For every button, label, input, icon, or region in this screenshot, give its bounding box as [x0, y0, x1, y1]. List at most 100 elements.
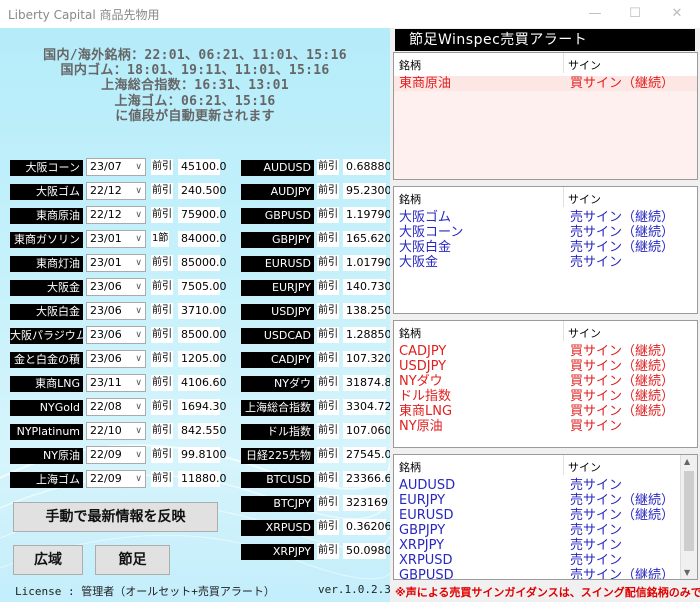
commodity-name: 東商ガソリン	[10, 232, 83, 248]
alert-instrument: NY原油	[399, 419, 443, 434]
price-value: 8500.00	[178, 327, 227, 343]
contract-month-select[interactable]: 22/10 ∨	[86, 422, 146, 440]
wide-area-button[interactable]: 広域	[13, 545, 83, 575]
price-value: 3304.72	[343, 399, 390, 415]
price-value: 75900.0	[178, 207, 227, 223]
instrument-name: XRPJPY	[241, 544, 314, 560]
contract-month-select[interactable]: 22/08 ∨	[86, 398, 146, 416]
chevron-down-icon: ∨	[135, 450, 142, 460]
chevron-down-icon: ∨	[135, 186, 142, 196]
alert-instrument: NYダウ	[399, 374, 443, 389]
contract-month-select[interactable]: 23/11 ∨	[86, 374, 146, 392]
contract-month-select[interactable]: 23/01 ∨	[86, 230, 146, 248]
commodity-name: 金と白金の積	[10, 352, 83, 368]
alert-instrument: EURUSD	[399, 508, 454, 523]
contract-month-value: 23/07	[90, 160, 122, 173]
alert-row[interactable]: XRPJPY 売サイン	[394, 538, 697, 553]
contract-month-select[interactable]: 22/12 ∨	[86, 206, 146, 224]
instrument-name: GBPUSD	[241, 208, 314, 224]
alert-instrument: XRPUSD	[399, 553, 453, 568]
contract-month-select[interactable]: 23/06 ∨	[86, 278, 146, 296]
session-tag: 前引	[317, 183, 339, 199]
contract-month-select[interactable]: 22/12 ∨	[86, 182, 146, 200]
commodity-row: 東商原油 22/12 ∨ 前引 75900.0	[10, 206, 227, 224]
commodity-row: 大阪コーン 23/07 ∨ 前引 45100.0	[10, 158, 227, 176]
price-value: 31874.8	[343, 375, 390, 391]
chevron-down-icon: ∨	[135, 282, 142, 292]
manual-refresh-button[interactable]: 手動で最新情報を反映	[13, 502, 218, 532]
alert-row[interactable]: AUDUSD 売サイン	[394, 478, 697, 493]
alert-row[interactable]: XRPUSD 売サイン	[394, 553, 697, 568]
fx-row: GBPUSD 前引 1.19790	[241, 206, 390, 224]
alert-row[interactable]: 東商LNG 買サイン（継続）	[394, 404, 697, 419]
alert-row[interactable]: 大阪コーン 売サイン（継続）	[394, 225, 697, 240]
schedule-line: 上海総合指数：16:31、13:01	[101, 78, 289, 94]
column-divider	[563, 321, 564, 341]
price-value: 45100.0	[178, 159, 227, 175]
alert-instrument: 東商LNG	[399, 404, 453, 419]
contract-month-select[interactable]: 23/06 ∨	[86, 350, 146, 368]
alert-signal: 売サイン（継続）	[570, 210, 675, 225]
price-value: 99.8100	[178, 447, 227, 463]
contract-month-select[interactable]: 23/07 ∨	[86, 158, 146, 176]
alert-signal: 売サイン	[570, 255, 623, 270]
contract-month-value: 23/06	[90, 328, 122, 341]
price-value: 240.500	[178, 183, 227, 199]
chevron-down-icon: ∨	[135, 426, 142, 436]
alert-row[interactable]: 東商原油 買サイン（継続）	[394, 76, 697, 91]
instrument-name: CADJPY	[241, 352, 314, 368]
close-button[interactable]: ✕	[662, 4, 692, 24]
chevron-down-icon: ∨	[135, 474, 142, 484]
contract-month-value: 22/08	[90, 400, 122, 413]
commodity-name: NYGold	[10, 400, 83, 416]
session-tag: 前引	[317, 159, 339, 175]
session-tag: 前引	[151, 207, 173, 223]
alert-row[interactable]: GBPUSD 売サイン（継続）	[394, 568, 697, 579]
alert-instrument: 大阪ゴム	[399, 210, 452, 225]
fx-row: USDJPY 前引 138.250	[241, 302, 390, 320]
alert-panel: 銘柄 サイン AUDUSD 売サイン EURJPY 売サイン（継続） EURUSD 売サイン（…	[393, 454, 698, 580]
minimize-button[interactable]: —	[580, 4, 610, 24]
instrument-name: GBPJPY	[241, 232, 314, 248]
instrument-name: BTCUSD	[241, 472, 314, 488]
contract-month-value: 23/06	[90, 280, 122, 293]
alert-row[interactable]: ドル指数 買サイン（継続）	[394, 389, 697, 404]
contract-month-value: 23/01	[90, 232, 122, 245]
session-tag: 前引	[317, 279, 339, 295]
scroll-down-icon[interactable]: ▼	[684, 568, 690, 577]
alert-row[interactable]: NY原油 買サイン	[394, 419, 697, 434]
setsu-button[interactable]: 節足	[95, 545, 170, 575]
instrument-name: USDCAD	[241, 328, 314, 344]
scroll-up-icon[interactable]: ▲	[684, 457, 690, 466]
contract-month-select[interactable]: 23/06 ∨	[86, 302, 146, 320]
alert-row[interactable]: GBPJPY 売サイン	[394, 523, 697, 538]
alert-row[interactable]: EURJPY 売サイン（継続）	[394, 493, 697, 508]
scrollbar[interactable]: ▲ ▼	[680, 455, 697, 579]
price-value: 1.01790	[343, 255, 390, 271]
contract-month-select[interactable]: 23/01 ∨	[86, 254, 146, 272]
maximize-button[interactable]: ☐	[620, 4, 650, 24]
session-tag: 前引	[317, 471, 339, 487]
instrument-name: NYダウ	[241, 376, 314, 392]
alert-row[interactable]: 大阪金 売サイン	[394, 255, 697, 270]
column-divider	[563, 53, 564, 73]
contract-month-select[interactable]: 23/06 ∨	[86, 326, 146, 344]
scroll-thumb[interactable]	[684, 471, 694, 551]
alert-row[interactable]: USDJPY 買サイン（継続）	[394, 359, 697, 374]
alert-instrument: CADJPY	[399, 344, 447, 359]
alert-row[interactable]: 大阪ゴム 売サイン（継続）	[394, 210, 697, 225]
price-value: 165.620	[343, 231, 390, 247]
price-value: 1.28850	[343, 327, 390, 343]
alert-instrument: 東商原油	[399, 76, 452, 91]
alert-row[interactable]: EURUSD 売サイン（継続）	[394, 508, 697, 523]
session-tag: 前引	[151, 279, 173, 295]
commodity-name: 東商LNG	[10, 376, 83, 392]
contract-month-select[interactable]: 22/09 ∨	[86, 446, 146, 464]
commodity-name: 東商原油	[10, 208, 83, 224]
alert-row[interactable]: 大阪白金 売サイン（継続）	[394, 240, 697, 255]
contract-month-select[interactable]: 22/09 ∨	[86, 470, 146, 488]
alert-row[interactable]: NYダウ 買サイン（継続）	[394, 374, 697, 389]
alert-instrument: XRPJPY	[399, 538, 445, 553]
alert-row[interactable]: CADJPY 買サイン（継続）	[394, 344, 697, 359]
commodity-name: NY原油	[10, 448, 83, 464]
